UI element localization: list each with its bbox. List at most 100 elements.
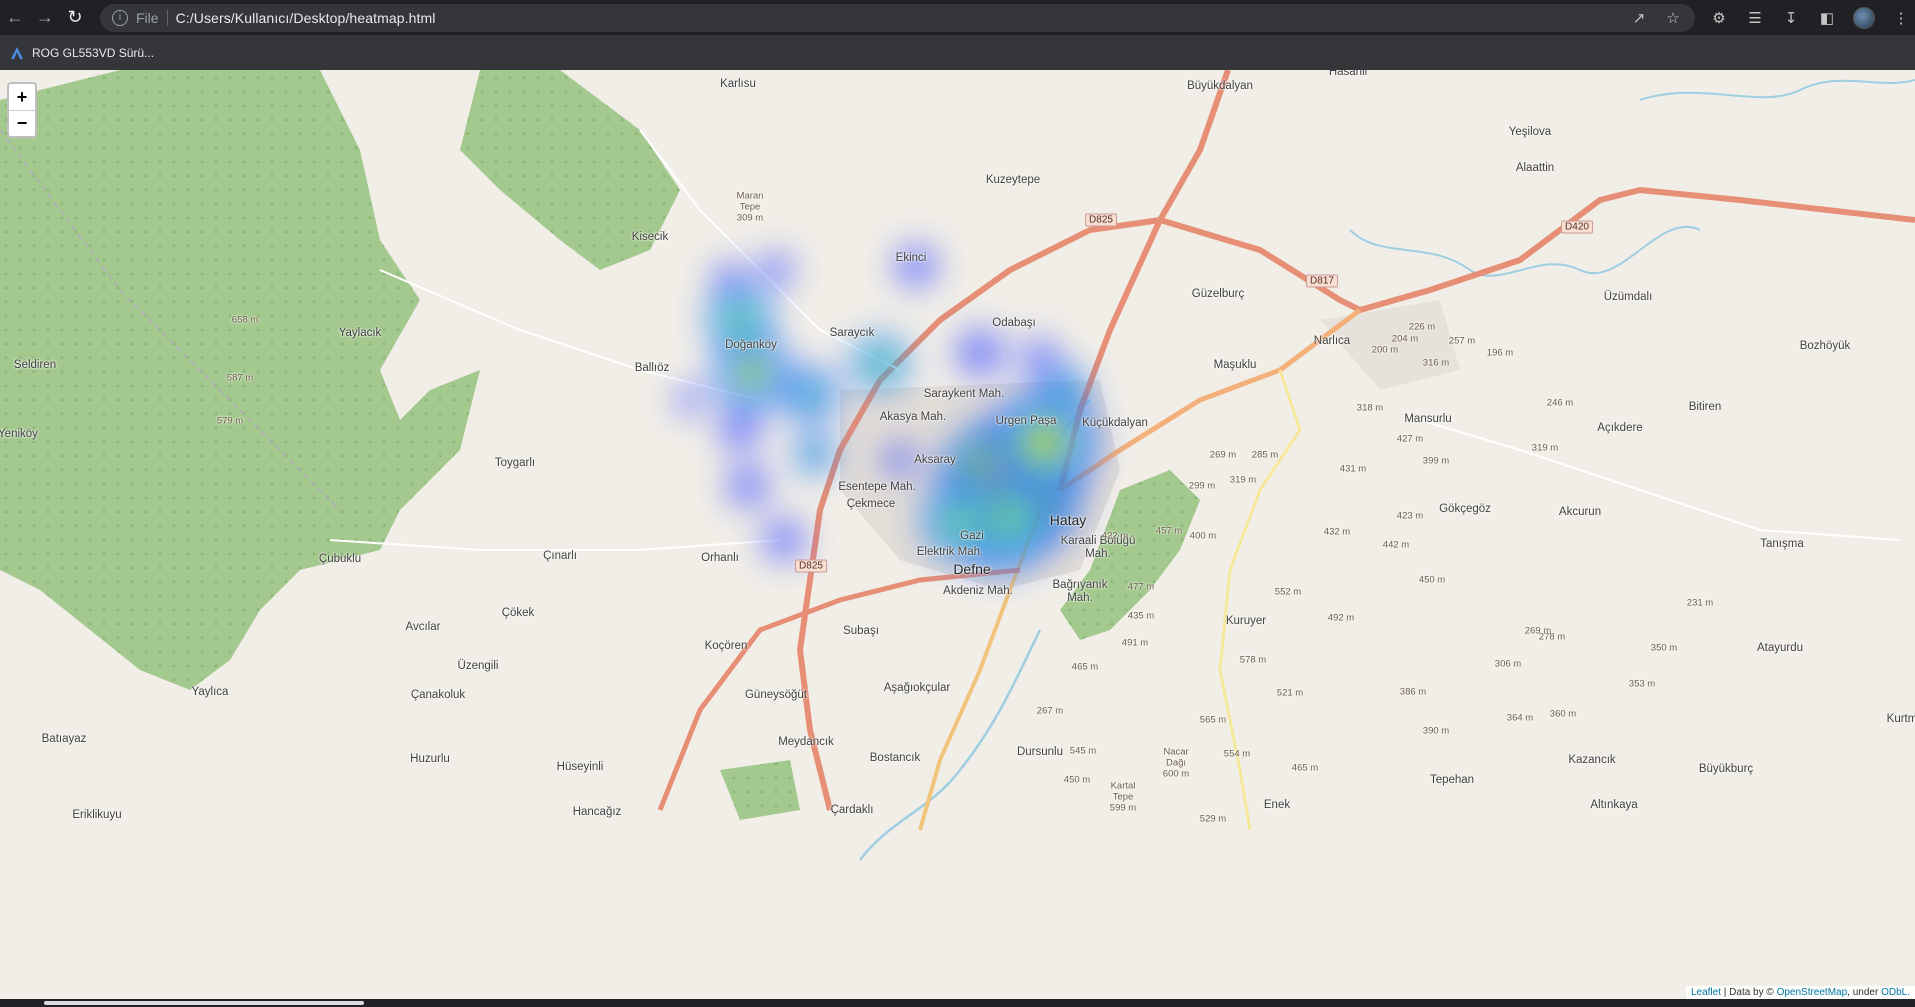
heat-spot — [762, 518, 806, 562]
place-label-guzelburc: Güzelburç — [1191, 288, 1245, 300]
place-label-atayurdu: Atayurdu — [1756, 642, 1804, 654]
heat-spot — [758, 252, 794, 288]
place-label-tanisma: Tanışma — [1760, 538, 1804, 550]
peak-label-p578: 578 m — [1239, 654, 1267, 666]
peak-label-p246: 246 m — [1546, 397, 1574, 409]
peak-label-kartal: Kartal Tepe 599 m — [1109, 780, 1137, 814]
place-label-narlica: Narlıca — [1313, 335, 1351, 347]
peak-label-p299: 299 m — [1188, 480, 1216, 492]
peak-label-p360: 360 m — [1549, 708, 1577, 720]
peak-label-p350: 350 m — [1650, 642, 1678, 654]
road-shield-d817: D817 — [1306, 274, 1338, 288]
place-label-kazancik: Kazancık — [1568, 754, 1616, 766]
peak-label-p316: 316 m — [1422, 357, 1450, 369]
river — [859, 629, 1042, 861]
zoom-out-button[interactable]: − — [9, 110, 35, 136]
side-panel-icon[interactable]: ◧ — [1817, 8, 1837, 28]
place-label-urgenpasa: Urgen Paşa — [995, 415, 1057, 427]
place-label-uzumdali: Üzümdalı — [1603, 291, 1653, 303]
peak-label-p565: 565 m — [1199, 714, 1227, 726]
minor-road — [1419, 419, 1901, 541]
reading-list-icon[interactable]: ☰ — [1745, 8, 1765, 28]
place-label-kuzeytepe: Kuzeytepe — [985, 174, 1041, 186]
peak-label-p269b: 269 m — [1524, 625, 1552, 637]
peak-label-p306: 306 m — [1494, 658, 1522, 670]
place-label-bagrlyanik: Bağrıyanık — [1052, 579, 1108, 591]
peak-label-p457: 457 m — [1155, 525, 1183, 537]
url-text[interactable]: C:/Users/Kullanıcı/Desktop/heatmap.html — [176, 10, 436, 26]
reload-icon[interactable]: ↻ — [60, 3, 90, 33]
place-label-hatay: Hatay — [1049, 512, 1087, 528]
heat-spot — [894, 244, 938, 288]
peak-label-p529: 529 m — [1199, 813, 1227, 825]
peak-label-p269: 269 m — [1209, 449, 1237, 461]
zoom-in-button[interactable]: + — [9, 84, 35, 110]
heat-spot — [1031, 428, 1059, 456]
place-label-hasanli: Hasanli — [1328, 70, 1368, 78]
peak-label-p521: 521 m — [1276, 687, 1304, 699]
place-label-cardakli: Çardaklı — [830, 804, 874, 816]
place-label-yesilova: Yeşilova — [1508, 126, 1552, 138]
place-label-subasi: Subaşı — [843, 625, 879, 637]
place-label-bozhoyuk: Bozhöyük — [1799, 340, 1851, 352]
bookmark-item[interactable]: ROG GL553VD Sürü... — [10, 46, 154, 60]
heat-spot — [795, 380, 825, 410]
place-label-buyukburc: Büyükburç — [1698, 763, 1754, 775]
download-icon[interactable]: ↧ — [1781, 8, 1801, 28]
peak-label-p285: 285 m — [1251, 449, 1279, 461]
peak-label-p427: 427 m — [1396, 433, 1424, 445]
place-label-odabasi: Odabaşı — [992, 317, 1036, 329]
horizontal-scrollbar[interactable] — [44, 1001, 364, 1005]
place-label-elektrik: Elektrik Mah. — [916, 546, 984, 558]
profile-avatar[interactable] — [1853, 6, 1875, 29]
road-yellow — [1218, 369, 1302, 831]
place-label-saraycik: Saraycık — [829, 327, 875, 339]
peak-label-p587: 587 m — [226, 372, 254, 384]
heat-spot — [804, 443, 826, 465]
site-info-icon[interactable]: i — [112, 9, 128, 26]
peak-label-p319b: 319 m — [1531, 442, 1559, 454]
heat-spot — [728, 308, 752, 332]
heat-spot — [870, 353, 890, 373]
leaflet-link[interactable]: Leaflet — [1691, 987, 1721, 998]
road-shield-d825a: D825 — [1085, 213, 1117, 227]
minor-road — [379, 269, 761, 401]
place-label-mansurlu: Mansurlu — [1404, 413, 1452, 425]
bookmark-star-icon[interactable]: ☆ — [1663, 8, 1683, 28]
forward-icon[interactable]: → — [30, 3, 60, 33]
road-shield-d825b: D825 — [795, 559, 827, 573]
peak-label-p226: 226 m — [1408, 321, 1436, 333]
peak-label-p465b: 465 m — [1291, 762, 1319, 774]
peak-label-p554: 554 m — [1223, 748, 1251, 760]
peak-label-p423: 423 m — [1396, 510, 1424, 522]
attribution-text: | Data by © — [1723, 987, 1774, 998]
odbl-link[interactable]: ODbL. — [1881, 987, 1910, 998]
back-icon[interactable]: ← — [0, 3, 30, 33]
place-label-guneysogut: Güneysöğüt — [744, 689, 808, 701]
place-label-ekinci: Ekinci — [895, 252, 927, 264]
share-icon[interactable]: ↗ — [1629, 8, 1649, 28]
window-bottom-edge — [0, 999, 1915, 1007]
minor-road — [329, 539, 781, 551]
place-label-akdeniz: Akdeniz Mah. — [943, 585, 1013, 597]
place-label-eriklikuyu: Eriklikuyu — [72, 809, 122, 821]
place-label-hancagiz: Hancağız — [572, 806, 622, 818]
peak-label-p319: 319 m — [1229, 474, 1257, 486]
bookmark-label: ROG GL553VD Sürü... — [32, 45, 155, 60]
road-ring — [1159, 186, 1915, 314]
place-label-canakoluk: Çanakoluk — [410, 689, 466, 701]
extensions-icon[interactable]: ⚙ — [1709, 8, 1729, 28]
place-label-asagiokcular: Aşağıokçular — [883, 682, 951, 694]
place-label-cubuklu: Çubuklu — [318, 553, 362, 565]
place-label-cekmece: Çekmece — [846, 498, 896, 510]
menu-kebab-icon[interactable]: ⋮ — [1891, 8, 1911, 28]
map-container[interactable]: Büyükdalyan Hasanli Karlısu Yeşilova Alaatti… — [0, 70, 1915, 1007]
place-label-huzurlu: Huzurlu — [410, 753, 450, 765]
place-label-meydancik: Meydancık — [778, 736, 834, 748]
osm-link[interactable]: OpenStreetMap — [1777, 987, 1848, 998]
map-attribution: Leaflet | Data by © OpenStreetMap, under… — [1685, 986, 1915, 999]
forest-area — [720, 760, 800, 820]
peak-label-p492: 492 m — [1327, 612, 1355, 624]
address-bar[interactable]: i File C:/Users/Kullanıcı/Desktop/heatma… — [100, 3, 1695, 32]
place-label-saraykent: Saraykent Mah. — [923, 388, 1005, 400]
